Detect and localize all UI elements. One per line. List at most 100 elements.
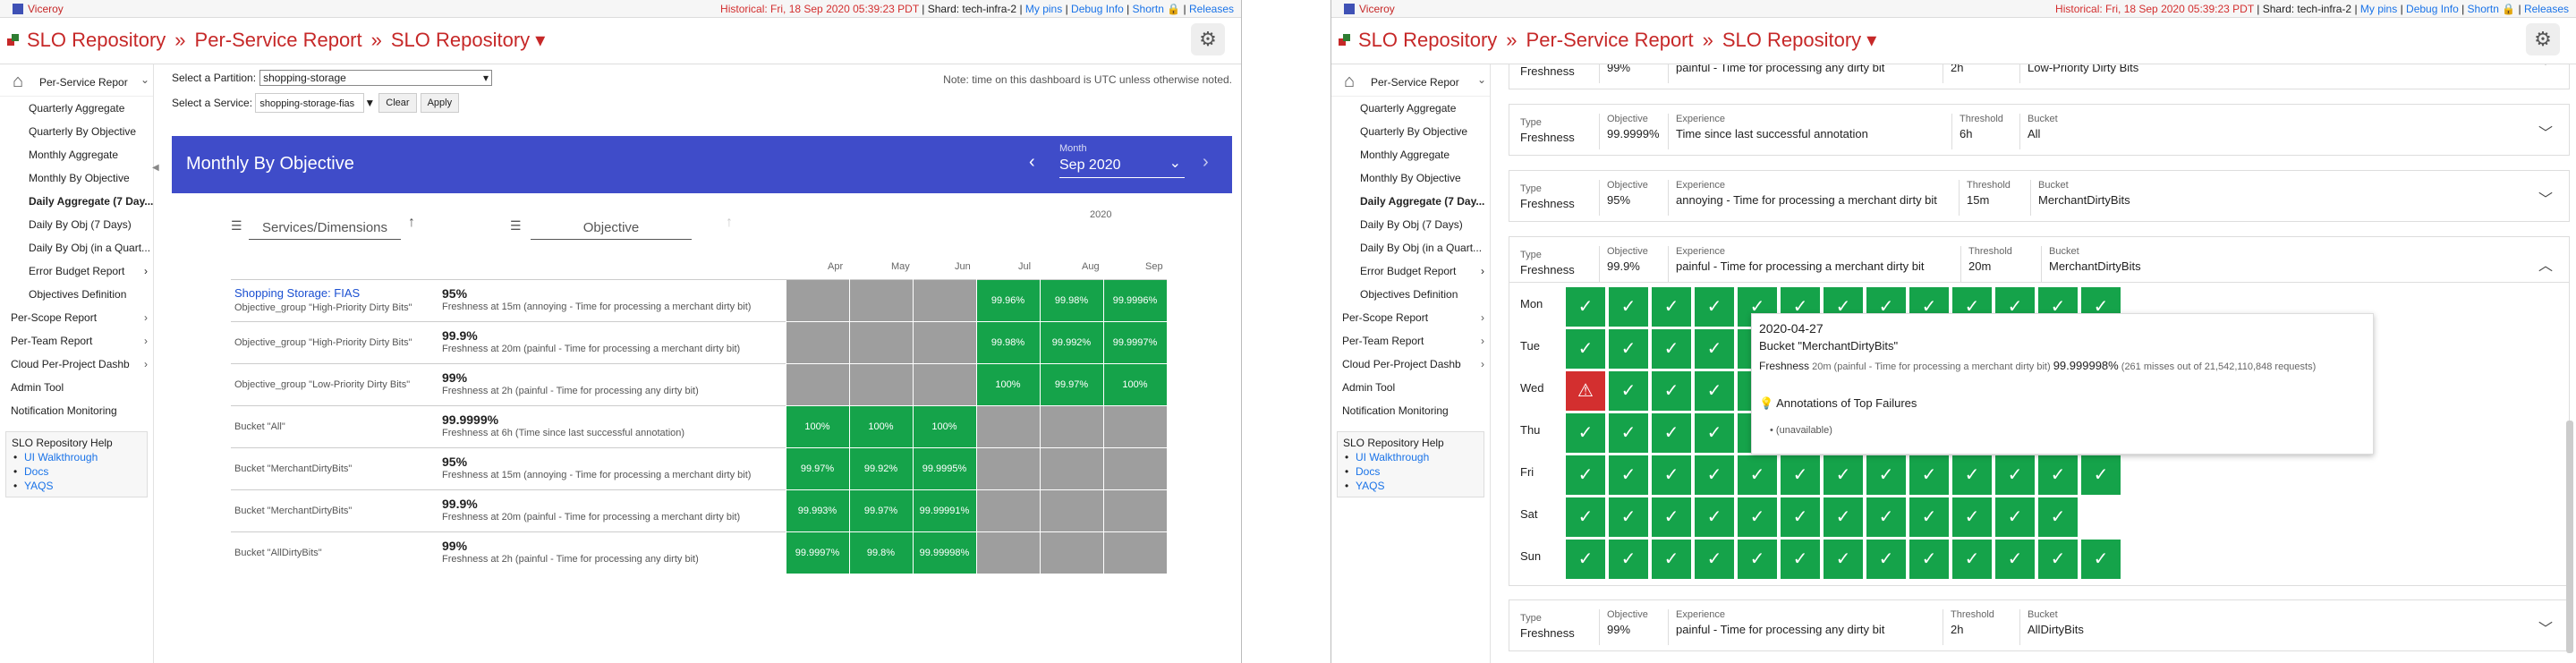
month-value-cell[interactable] [785,321,850,364]
success-day-cell[interactable]: ✓ [1651,370,1692,412]
success-day-cell[interactable]: ✓ [1608,412,1649,454]
month-value-cell[interactable] [975,447,1041,490]
success-day-cell[interactable]: ✓ [2080,539,2121,580]
success-day-cell[interactable]: ✓ [1565,539,1606,580]
sidebar-collapse-icon[interactable]: ◀ [152,163,161,175]
sidebar-section-admin-tool[interactable]: Admin Tool [0,376,153,399]
shortn-link[interactable]: Shortn [2468,3,2499,15]
success-day-cell[interactable]: ✓ [1608,497,1649,538]
month-value-cell[interactable] [1039,447,1104,490]
month-value-cell[interactable]: 99.993% [785,489,850,532]
success-day-cell[interactable]: ✓ [1994,455,2036,496]
success-day-cell[interactable]: ✓ [1608,328,1649,370]
success-day-cell[interactable]: ✓ [1565,455,1606,496]
month-value-cell[interactable] [1102,531,1168,574]
success-day-cell[interactable]: ✓ [1565,412,1606,454]
objective-column-header[interactable]: Objective [531,220,692,240]
success-day-cell[interactable]: ✓ [2037,455,2079,496]
sidebar-item-error-budget[interactable]: Error Budget Report › [0,259,153,283]
sidebar-item-daily-by-obj[interactable]: Daily By Obj (7 Days) [1331,213,1490,236]
month-value-cell[interactable] [1039,489,1104,532]
month-value-cell[interactable]: 100% [785,405,850,448]
sidebar-section-per-team[interactable]: Per-Team Report › [0,329,153,353]
month-value-cell[interactable]: 99.97% [1039,363,1104,406]
month-header-jun[interactable]: Jun [955,261,971,272]
my-pins-link[interactable]: My pins [1025,3,1062,15]
failure-day-cell[interactable]: ⚠ [1565,370,1606,412]
month-value-cell[interactable] [975,489,1041,532]
sidebar-item-monthly-by-objective[interactable]: Monthly By Objective [0,166,153,190]
success-day-cell[interactable]: ✓ [2037,539,2079,580]
month-value-cell[interactable]: 99.9997% [1102,321,1168,364]
month-value-cell[interactable] [912,321,977,364]
success-day-cell[interactable]: ✓ [1608,539,1649,580]
success-day-cell[interactable]: ✓ [1823,539,1864,580]
chevron-down-icon[interactable]: ﹀ [2538,121,2553,142]
success-day-cell[interactable]: ✓ [1694,328,1735,370]
success-day-cell[interactable]: ✓ [1951,455,1993,496]
success-day-cell[interactable]: ✓ [1780,497,1821,538]
sidebar-item-quarterly-aggregate[interactable]: Quarterly Aggregate [0,97,153,120]
month-value-cell[interactable] [1102,447,1168,490]
success-day-cell[interactable]: ✓ [1608,455,1649,496]
clear-button[interactable]: Clear [378,93,417,113]
month-value-cell[interactable]: 99.92% [848,447,914,490]
partition-select[interactable]: shopping-storage [259,70,493,86]
prev-month-icon[interactable]: ‹ [1029,152,1035,173]
month-value-cell[interactable]: 100% [912,405,977,448]
breadcrumb-per-service[interactable]: Per-Service Report [1526,29,1694,51]
app-brand[interactable]: Viceroy [13,0,64,18]
month-value-cell[interactable] [848,321,914,364]
month-header-jul[interactable]: Jul [1018,261,1031,272]
sidebar-item-daily-by-obj-quarter[interactable]: Daily By Obj (in a Quart... [1331,236,1490,259]
sidebar-item-error-budget[interactable]: Error Budget Report › [1331,259,1490,283]
service-input[interactable]: shopping-storage-fias [255,93,365,113]
sidebar-item-monthly-by-objective[interactable]: Monthly By Objective [1331,166,1490,190]
breadcrumb-current[interactable]: SLO Repository [1722,29,1861,51]
month-value-cell[interactable] [912,279,977,322]
month-header-aug[interactable]: Aug [1082,261,1100,272]
month-value-cell[interactable]: 99.97% [785,447,850,490]
my-pins-link[interactable]: My pins [2360,3,2397,15]
success-day-cell[interactable]: ✓ [1694,455,1735,496]
success-day-cell[interactable]: ✓ [1608,370,1649,412]
success-day-cell[interactable]: ✓ [1823,497,1864,538]
month-value-cell[interactable]: 99.99991% [912,489,977,532]
sidebar-item-quarterly-aggregate[interactable]: Quarterly Aggregate [1331,97,1490,120]
success-day-cell[interactable]: ✓ [1737,497,1778,538]
home-icon[interactable]: ⌂ [13,72,23,92]
success-day-cell[interactable]: ✓ [1651,455,1692,496]
success-day-cell[interactable]: ✓ [1565,497,1606,538]
objective-card[interactable]: Type Freshness Objective 95% Experience annoy… [1509,170,2570,222]
month-value-cell[interactable] [975,531,1041,574]
home-icon[interactable]: ⌂ [1344,72,1355,92]
chevron-up-icon[interactable]: ︿ [2538,253,2553,275]
sidebar-report-picker[interactable]: ⌂ Per-Service Repor ⌄ [0,68,153,97]
releases-link[interactable]: Releases [1189,3,1234,15]
sidebar-item-daily-by-obj[interactable]: Daily By Obj (7 Days) [0,213,153,236]
services-column-header[interactable]: Services/Dimensions [249,220,401,240]
help-link-docs[interactable]: Docs [1343,464,1478,479]
sidebar-item-quarterly-by-objective[interactable]: Quarterly By Objective [1331,120,1490,143]
chevron-down-icon[interactable]: ⌄ [1477,73,1486,86]
debug-info-link[interactable]: Debug Info [1071,3,1124,15]
success-day-cell[interactable]: ✓ [1866,539,1907,580]
success-day-cell[interactable]: ✓ [1651,412,1692,454]
success-day-cell[interactable]: ✓ [1651,328,1692,370]
month-value-cell[interactable]: 99.96% [975,279,1041,322]
success-day-cell[interactable]: ✓ [1780,455,1821,496]
breadcrumb-current[interactable]: SLO Repository [391,29,530,51]
month-value-cell[interactable]: 99.98% [1039,279,1104,322]
month-value-cell[interactable] [848,363,914,406]
sidebar-section-notification[interactable]: Notification Monitoring [1331,399,1490,422]
sidebar-section-notification[interactable]: Notification Monitoring [0,399,153,422]
month-value-cell[interactable]: 99.9997% [785,531,850,574]
help-link-walkthrough[interactable]: UI Walkthrough [12,450,141,464]
month-value-cell[interactable]: 99.9995% [912,447,977,490]
success-day-cell[interactable]: ✓ [1694,370,1735,412]
success-day-cell[interactable]: ✓ [1780,539,1821,580]
success-day-cell[interactable]: ✓ [1694,497,1735,538]
month-value-cell[interactable] [785,363,850,406]
success-day-cell[interactable]: ✓ [1994,497,2036,538]
next-month-icon[interactable]: › [1203,152,1209,173]
